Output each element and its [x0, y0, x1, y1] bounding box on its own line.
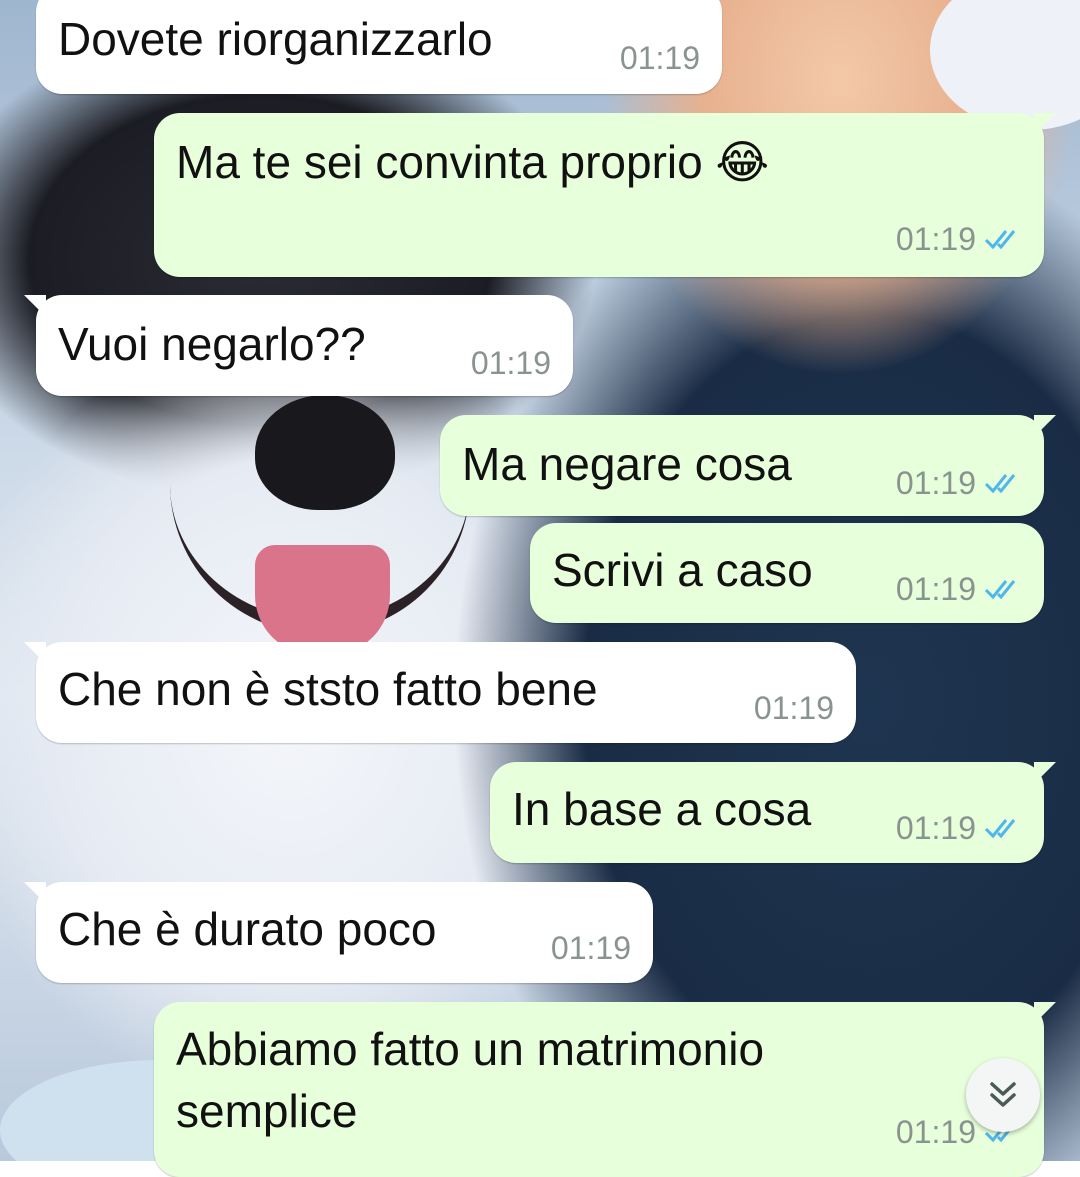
message-text: Scrivi a caso — [552, 544, 813, 596]
message-incoming[interactable]: Vuoi negarlo?? 01:19 — [24, 295, 573, 396]
message-incoming[interactable]: Dovete riorganizzarlo 01:19 — [36, 0, 722, 94]
message-incoming[interactable]: Che non è ststo fatto bene 01:19 — [24, 642, 856, 743]
message-outgoing[interactable]: Scrivi a caso 01:19 — [530, 523, 1044, 623]
message-timestamp: 01:19 — [895, 221, 976, 257]
read-receipt-icon — [984, 230, 1016, 250]
message-timestamp: 01:19 — [550, 930, 631, 966]
read-receipt-icon — [984, 819, 1016, 839]
read-receipt-icon — [984, 474, 1016, 494]
message-timestamp: 01:19 — [895, 1114, 976, 1150]
message-timestamp: 01:19 — [753, 690, 834, 726]
message-text-line-1: Abbiamo fatto un matrimonio — [176, 1023, 765, 1075]
message-timestamp: 01:19 — [470, 345, 551, 381]
message-incoming[interactable]: Che è durato poco 01:19 — [24, 882, 653, 983]
message-timestamp: 01:19 — [895, 571, 976, 607]
message-timestamp: 01:19 — [895, 810, 976, 846]
message-text: Vuoi negarlo?? — [58, 318, 366, 370]
double-chevron-down-icon — [990, 1082, 1016, 1107]
scroll-to-bottom-button[interactable] — [966, 1058, 1040, 1132]
message-timestamp: 01:19 — [619, 40, 700, 76]
message-outgoing[interactable]: Ma negare cosa 01:19 — [440, 415, 1056, 516]
message-outgoing[interactable]: In base a cosa 01:19 — [490, 762, 1056, 863]
message-text-line-2: semplice — [176, 1085, 358, 1137]
message-text: Che è durato poco — [58, 903, 437, 955]
message-outgoing[interactable]: Ma te sei convinta proprio 😂 01:19 — [154, 113, 1056, 277]
message-outgoing[interactable]: Abbiamo fatto un matrimonio semplice 01:… — [154, 1002, 1056, 1177]
read-receipt-icon — [984, 580, 1016, 600]
message-text: Ma negare cosa — [462, 438, 792, 490]
message-text: In base a cosa — [512, 783, 812, 835]
message-text: Ma te sei convinta proprio 😂 — [176, 136, 770, 188]
message-text: Che non è ststo fatto bene — [58, 663, 598, 715]
message-timestamp: 01:19 — [895, 465, 976, 501]
message-text: Dovete riorganizzarlo — [58, 13, 493, 65]
